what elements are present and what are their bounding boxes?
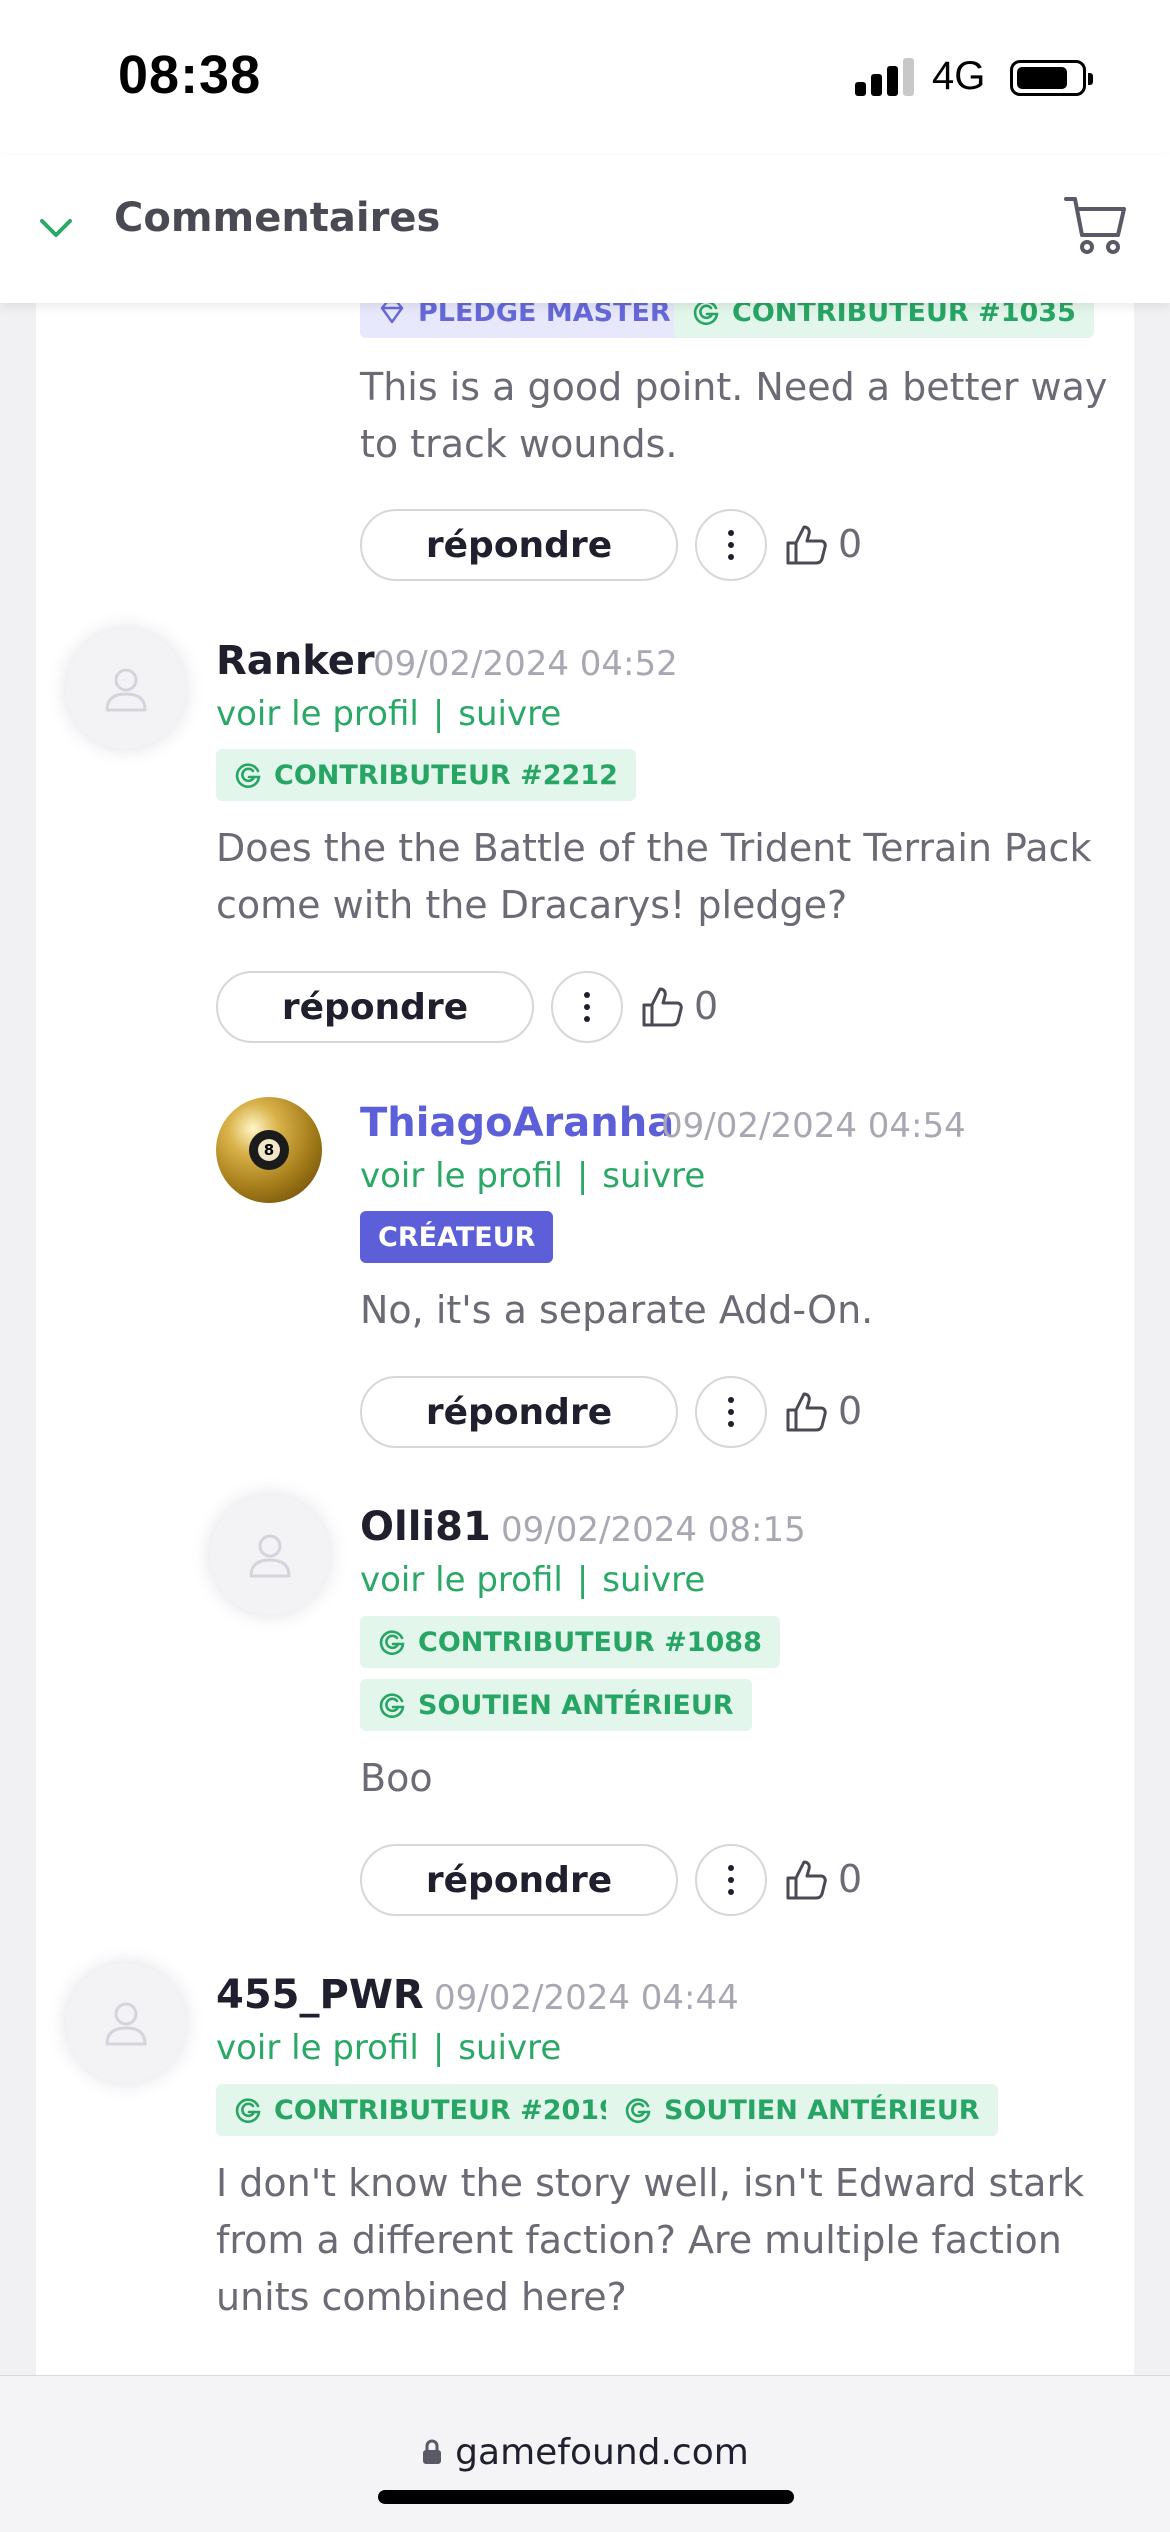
comment-list: PLEDGE MASTER CONTRIBUTEUR #1035 This is…	[0, 0, 1170, 2375]
like-count: 0	[838, 522, 863, 566]
badge-label: CONTRIBUTEUR #2019	[274, 2094, 618, 2126]
follow-link[interactable]: suivre	[458, 694, 561, 734]
view-profile-link[interactable]: voir le profil	[360, 1560, 563, 1600]
badge-label: CRÉATEUR	[378, 1221, 536, 1253]
header-title: Commentaires	[114, 195, 441, 241]
more-options-button[interactable]	[551, 971, 623, 1043]
reply-button[interactable]: répondre	[360, 1844, 678, 1916]
badge-label: SOUTIEN ANTÉRIEUR	[418, 1689, 734, 1721]
timestamp: 09/02/2024 04:52	[373, 644, 678, 684]
comment-text: This is a good point. Need a better way …	[360, 365, 1108, 466]
early-backer-badge: SOUTIEN ANTÉRIEUR	[360, 1679, 752, 1731]
home-indicator[interactable]	[378, 2490, 794, 2504]
gamefound-icon	[235, 763, 261, 789]
gamefound-icon	[235, 2098, 261, 2124]
lock-icon	[423, 2439, 442, 2464]
view-profile-link[interactable]: voir le profil	[216, 2028, 419, 2068]
url-text: gamefound.com	[455, 2432, 749, 2473]
like-count: 0	[694, 984, 719, 1028]
more-vertical-icon	[728, 1397, 734, 1427]
profile-links: voir le profil | suivre	[360, 1560, 705, 1600]
gamefound-icon	[625, 2098, 651, 2124]
separator: |	[576, 1560, 589, 1600]
gamefound-icon	[379, 1693, 405, 1719]
more-options-button[interactable]	[695, 1376, 767, 1448]
badge-label: CONTRIBUTEUR #2212	[274, 759, 618, 791]
separator: |	[432, 694, 445, 734]
comment-text: Boo	[360, 1756, 433, 1800]
username[interactable]: ThiagoAranha	[360, 1100, 674, 1146]
contributor-badge: CONTRIBUTEUR #2019	[216, 2084, 636, 2136]
username[interactable]: Ranker	[216, 638, 375, 684]
timestamp: 09/02/2024 08:15	[501, 1510, 806, 1550]
avatar[interactable]	[66, 1963, 186, 2083]
more-options-button[interactable]	[695, 509, 767, 581]
username[interactable]: 455_PWR	[216, 1972, 424, 2018]
gamefound-icon	[379, 1630, 405, 1656]
contributor-badge: CONTRIBUTEUR #1088	[360, 1616, 780, 1668]
reply-button[interactable]: répondre	[360, 1376, 678, 1448]
timestamp: 09/02/2024 04:44	[434, 1978, 739, 2018]
more-vertical-icon	[584, 992, 590, 1022]
user-icon	[249, 1534, 291, 1578]
cart-icon[interactable]	[1062, 191, 1130, 259]
comments-header: Commentaires	[0, 155, 1170, 303]
url-display[interactable]: gamefound.com	[0, 2432, 1170, 2473]
comment-text: Does the the Battle of the Trident Terra…	[216, 826, 1092, 927]
follow-link[interactable]: suivre	[458, 2028, 561, 2068]
contributor-badge: CONTRIBUTEUR #2212	[216, 749, 636, 801]
user-icon	[105, 2002, 147, 2046]
browser-address-bar[interactable]: gamefound.com	[0, 2375, 1170, 2532]
more-options-button[interactable]	[695, 1844, 767, 1916]
separator: |	[576, 1156, 589, 1196]
avatar[interactable]	[210, 1495, 330, 1615]
username[interactable]: Olli81	[360, 1504, 491, 1550]
view-profile-link[interactable]: voir le profil	[360, 1156, 563, 1196]
comment-text: No, it's a separate Add-On.	[360, 1288, 874, 1332]
reply-button[interactable]: répondre	[216, 971, 534, 1043]
like-count: 0	[838, 1857, 863, 1901]
like-count: 0	[838, 1389, 863, 1433]
timestamp: 09/02/2024 04:54	[661, 1106, 966, 1146]
thumbs-up-icon[interactable]	[784, 1390, 828, 1434]
thumbs-up-icon[interactable]	[640, 985, 684, 1029]
avatar[interactable]	[66, 629, 186, 749]
reply-button[interactable]: répondre	[360, 509, 678, 581]
more-vertical-icon	[728, 1865, 734, 1895]
eight-ball-icon: 8	[249, 1130, 289, 1170]
early-backer-badge: SOUTIEN ANTÉRIEUR	[606, 2084, 998, 2136]
comment-text: I don't know the story well, isn't Edwar…	[216, 2161, 1085, 2319]
thumbs-up-icon[interactable]	[784, 523, 828, 567]
profile-links: voir le profil | suivre	[216, 694, 561, 734]
profile-links: voir le profil | suivre	[360, 1156, 705, 1196]
chevron-down-icon[interactable]	[36, 207, 76, 247]
creator-badge: CRÉATEUR	[360, 1211, 554, 1263]
badge-label: SOUTIEN ANTÉRIEUR	[664, 2094, 980, 2126]
user-icon	[105, 668, 147, 712]
badge-label: CONTRIBUTEUR #1088	[418, 1626, 762, 1658]
profile-links: voir le profil | suivre	[216, 2028, 561, 2068]
view-profile-link[interactable]: voir le profil	[216, 694, 419, 734]
follow-link[interactable]: suivre	[602, 1560, 705, 1600]
more-vertical-icon	[728, 530, 734, 560]
thumbs-up-icon[interactable]	[784, 1858, 828, 1902]
avatar[interactable]: 8	[216, 1097, 322, 1203]
separator: |	[432, 2028, 445, 2068]
follow-link[interactable]: suivre	[602, 1156, 705, 1196]
